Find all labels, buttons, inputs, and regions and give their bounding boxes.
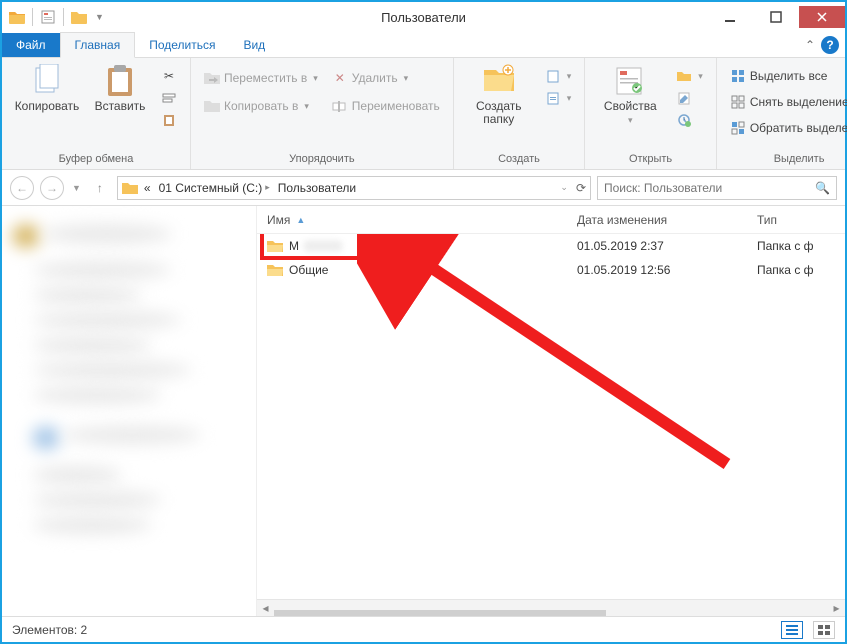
collapse-ribbon-icon[interactable]: ⌃ xyxy=(805,38,815,52)
address-bar[interactable]: « 01 Системный (C:)▸ Пользователи ⌄ ⟳ xyxy=(117,176,591,200)
copy-button[interactable]: Копировать xyxy=(12,62,82,113)
history-icon xyxy=(676,112,692,128)
properties-button[interactable]: Свойства▾ xyxy=(595,62,665,126)
column-type[interactable]: Тип xyxy=(747,213,845,227)
sort-asc-icon: ▲ xyxy=(296,215,305,225)
column-name[interactable]: Имя ▲ xyxy=(257,213,567,227)
rename-button[interactable]: Переименовать xyxy=(329,96,443,116)
easy-access-button[interactable]: ▾ xyxy=(542,88,575,108)
paste-shortcut-icon xyxy=(161,112,177,128)
move-to-icon xyxy=(204,70,220,86)
copy-to-icon xyxy=(204,98,220,114)
history-button[interactable] xyxy=(673,110,706,130)
select-all-button[interactable]: Выделить все xyxy=(727,66,847,86)
new-item-icon xyxy=(545,68,561,84)
details-view-button[interactable] xyxy=(781,621,803,639)
copy-path-button[interactable] xyxy=(158,88,180,108)
refresh-button[interactable]: ⟳ xyxy=(576,181,586,195)
group-organize: Переместить в▾ Копировать в▾ ✕ Удалить▾ … xyxy=(191,58,454,169)
navigation-pane[interactable] xyxy=(2,206,257,616)
search-input[interactable] xyxy=(604,181,815,195)
history-dropdown-icon[interactable]: ▼ xyxy=(70,183,83,193)
new-folder-button[interactable]: Создатьпапку xyxy=(464,62,534,126)
ribbon: Копировать Вставить ✂ Буфер обмена xyxy=(2,58,845,170)
status-bar: Элементов: 2 xyxy=(2,616,845,642)
tab-view[interactable]: Вид xyxy=(229,33,279,57)
tab-file[interactable]: Файл xyxy=(2,33,60,57)
scissors-icon: ✂ xyxy=(161,68,177,84)
horizontal-scrollbar[interactable]: ◂ ▸ xyxy=(257,599,845,616)
new-item-button[interactable]: ▾ xyxy=(542,66,575,86)
folder-icon[interactable] xyxy=(8,8,26,26)
folder-icon xyxy=(122,180,138,196)
cut-button[interactable]: ✂ xyxy=(158,66,180,86)
up-button[interactable]: ↑ xyxy=(89,177,111,199)
properties-qat-icon[interactable] xyxy=(39,8,57,26)
content-area: Имя ▲ Дата изменения Тип M 01.05.2019 2:… xyxy=(2,206,845,616)
edit-icon xyxy=(676,90,692,106)
thumbnails-view-button[interactable] xyxy=(813,621,835,639)
open-icon xyxy=(676,68,692,84)
back-button[interactable]: ← xyxy=(10,176,34,200)
delete-icon: ✕ xyxy=(332,70,348,86)
scroll-left-icon[interactable]: ◂ xyxy=(257,601,274,615)
select-none-icon xyxy=(730,94,746,110)
breadcrumb-item-1[interactable]: 01 Системный (C:)▸ xyxy=(157,181,272,195)
group-new: Создатьпапку ▾ ▾ Создать xyxy=(454,58,586,169)
copy-to-button[interactable]: Копировать в▾ xyxy=(201,96,321,116)
breadcrumb-overflow[interactable]: « xyxy=(142,181,153,195)
help-button[interactable]: ? xyxy=(821,36,839,54)
paste-button[interactable]: Вставить xyxy=(90,62,150,113)
delete-button[interactable]: ✕ Удалить▾ xyxy=(329,68,443,88)
folder-qat-icon[interactable] xyxy=(70,8,88,26)
forward-button[interactable]: → xyxy=(40,176,64,200)
folder-icon xyxy=(267,238,283,254)
group-open: Свойства▾ ▾ Открыть xyxy=(585,58,717,169)
folder-icon xyxy=(267,262,283,278)
qat-dropdown-icon[interactable]: ▼ xyxy=(92,12,107,22)
copy-path-icon xyxy=(161,90,177,106)
minimize-button[interactable] xyxy=(707,6,753,28)
select-none-button[interactable]: Снять выделение xyxy=(727,92,847,112)
invert-selection-button[interactable]: Обратить выделение xyxy=(727,118,847,138)
column-headers: Имя ▲ Дата изменения Тип xyxy=(257,206,845,234)
ribbon-tabs: Файл Главная Поделиться Вид ⌃ ? xyxy=(2,32,845,58)
tab-home[interactable]: Главная xyxy=(60,32,136,58)
open-button[interactable]: ▾ xyxy=(673,66,706,86)
status-item-count: Элементов: 2 xyxy=(12,623,87,637)
select-all-icon xyxy=(730,68,746,84)
file-list[interactable]: Имя ▲ Дата изменения Тип M 01.05.2019 2:… xyxy=(257,206,845,616)
table-row[interactable]: M 01.05.2019 2:37 Папка с ф xyxy=(257,234,845,258)
paste-shortcut-button[interactable] xyxy=(158,110,180,130)
search-box[interactable]: 🔍 xyxy=(597,176,837,200)
group-clipboard: Копировать Вставить ✂ Буфер обмена xyxy=(2,58,191,169)
table-row[interactable]: Общие 01.05.2019 12:56 Папка с ф xyxy=(257,258,845,282)
group-select: Выделить все Снять выделение Обратить вы… xyxy=(717,58,847,169)
move-to-button[interactable]: Переместить в▾ xyxy=(201,68,321,88)
rename-icon xyxy=(332,98,348,114)
quick-access-toolbar: ▼ xyxy=(2,8,113,26)
explorer-window: ▼ Пользователи Файл Главная Поделиться В… xyxy=(0,0,847,644)
edit-button[interactable] xyxy=(673,88,706,108)
invert-icon xyxy=(730,120,746,136)
column-date[interactable]: Дата изменения xyxy=(567,213,747,227)
titlebar: ▼ Пользователи xyxy=(2,2,845,32)
easy-access-icon xyxy=(545,90,561,106)
address-dropdown-icon[interactable]: ⌄ xyxy=(558,182,570,193)
breadcrumb-item-2[interactable]: Пользователи xyxy=(276,181,358,195)
navigation-bar: ← → ▼ ↑ « 01 Системный (C:)▸ Пользовател… xyxy=(2,170,845,206)
close-button[interactable] xyxy=(799,6,845,28)
scroll-right-icon[interactable]: ▸ xyxy=(828,601,845,615)
tab-share[interactable]: Поделиться xyxy=(135,33,229,57)
maximize-button[interactable] xyxy=(753,6,799,28)
search-icon: 🔍 xyxy=(815,181,830,195)
